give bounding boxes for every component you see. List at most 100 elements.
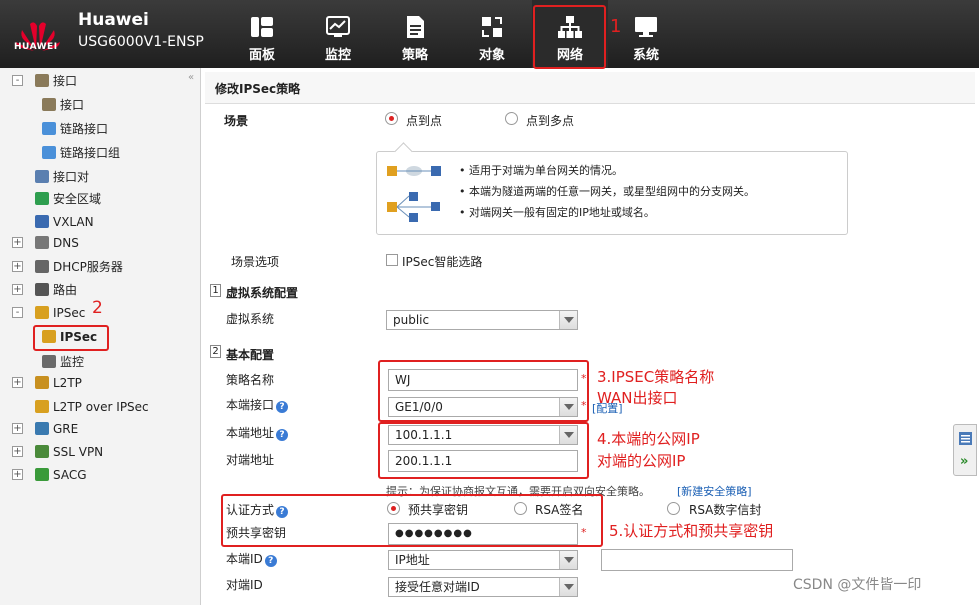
sidebar-item-label: 接口 <box>60 98 85 112</box>
sidebar-item-label: L2TP over IPSec <box>53 400 149 414</box>
watermark: CSDN @文件皆一印 <box>793 577 922 593</box>
sidebar-item-15[interactable]: L2TP over IPSec <box>35 397 149 417</box>
nav-policy[interactable]: 策略 <box>377 0 453 68</box>
section-2-title: 基本配置 <box>226 348 275 362</box>
scene-p2p-radio[interactable] <box>385 112 398 125</box>
local-if-label: 本端接口? <box>226 396 289 413</box>
sidebar-item-label: 接口 <box>53 74 78 88</box>
sidebar-item-14[interactable]: L2TP <box>35 373 82 393</box>
sidebar-item-label: VXLAN <box>53 215 94 229</box>
sidebar-item-16[interactable]: GRE <box>35 419 78 439</box>
expand-node-icon[interactable]: + <box>12 469 23 480</box>
sidebar-item-5[interactable]: 接口对 <box>35 167 89 187</box>
scene-p2mp-radio[interactable] <box>505 112 518 125</box>
help-icon[interactable]: ? <box>276 429 289 441</box>
info-line-2: • 本端为隧道两端的任意一网关，或星型组网中的分支网关。 <box>459 185 755 198</box>
scene-p2mp-label: 点到多点 <box>526 114 575 128</box>
expand-node-icon[interactable]: + <box>12 446 23 457</box>
smart-route-checkbox[interactable] <box>386 254 398 266</box>
peer-id-select[interactable]: 接受任意对端ID <box>388 577 578 597</box>
auth-rsa-env-label: RSA数字信封 <box>689 503 762 517</box>
expand-node-icon[interactable]: + <box>12 377 23 388</box>
sidebar-item-7[interactable]: VXLAN <box>35 212 94 232</box>
expand-node-icon[interactable]: + <box>12 284 23 295</box>
expand-node-icon[interactable]: + <box>12 237 23 248</box>
expand-node-icon[interactable]: + <box>12 261 23 272</box>
hub-spoke-diagram-icon <box>387 192 440 222</box>
sidebar-item-1[interactable]: 接口 <box>35 71 77 91</box>
logo-text: HUAWEI <box>14 42 58 52</box>
local-id-select[interactable]: IP地址 <box>388 550 578 570</box>
sidebar-item-3[interactable]: 链路接口 <box>42 119 108 139</box>
collapse-sidebar-icon[interactable]: « <box>188 72 194 83</box>
device-model: USG6000V1-ENSP <box>78 34 204 50</box>
policy-name-label: 策略名称 <box>226 373 275 387</box>
annotation-2: 2 <box>92 298 103 318</box>
vsys-select[interactable]: public <box>386 310 578 330</box>
object-icon <box>482 17 502 37</box>
sidebar-item-4[interactable]: 链路接口组 <box>42 143 120 163</box>
link-interface-icon <box>42 122 56 135</box>
sidebar-item-8[interactable]: DNS <box>35 233 79 253</box>
sidebar-item-label: 链路接口 <box>60 122 109 136</box>
smart-route-label: IPSec智能选路 <box>402 255 483 269</box>
gre-icon <box>35 422 49 435</box>
nav-monitor[interactable]: 监控 <box>300 0 376 68</box>
expand-icon: » <box>960 454 969 469</box>
nav-label: 策略 <box>401 48 428 63</box>
sidebar-item-label: 路由 <box>53 283 78 297</box>
interface-icon <box>35 74 49 87</box>
peer-addr-label: 对端地址 <box>226 453 275 467</box>
interface-icon <box>42 98 56 111</box>
sidebar-item-label: L2TP <box>53 376 82 390</box>
annotation-3: 3.IPSEC策略名称 <box>597 368 715 386</box>
system-icon <box>635 17 657 37</box>
collapse-node-icon[interactable]: - <box>12 307 23 318</box>
info-line-3: • 对端网关一般有固定的IP地址或域名。 <box>459 206 655 219</box>
tasks-icon <box>959 432 972 445</box>
collapse-node-icon[interactable]: - <box>12 75 23 86</box>
nav-object[interactable]: 对象 <box>454 0 530 68</box>
vxlan-icon <box>35 215 49 228</box>
scene-options-label: 场景选项 <box>231 255 280 269</box>
sidebar-item-13[interactable]: 监控 <box>42 352 84 372</box>
annotation-box-auth <box>221 494 603 547</box>
auth-rsa-env-radio[interactable] <box>667 502 680 515</box>
dashboard-icon <box>251 17 273 37</box>
new-policy-link[interactable]: [新建安全策略] <box>677 483 752 499</box>
chevron-down-icon <box>559 551 577 569</box>
nav-label: 系统 <box>632 48 659 63</box>
peer-id-label: 对端ID <box>226 578 263 592</box>
ipsec-lock-icon <box>35 306 49 319</box>
sidebar-item-6[interactable]: 安全区域 <box>35 189 101 209</box>
sidebar-item-17[interactable]: SSL VPN <box>35 442 103 462</box>
expand-node-icon[interactable]: + <box>12 423 23 434</box>
page-title-bar: 修改IPSec策略 <box>205 72 975 104</box>
sidebar-item-18[interactable]: SACG <box>35 465 87 485</box>
huawei-logo-icon <box>16 22 60 51</box>
scene-p2p-label: 点到点 <box>406 114 443 128</box>
sidebar-item-label: 监控 <box>60 355 85 369</box>
section-1-title: 虚拟系统配置 <box>226 286 299 300</box>
help-icon[interactable]: ? <box>264 555 277 567</box>
help-icon[interactable]: ? <box>276 401 289 413</box>
nav-dashboard[interactable]: 面板 <box>224 0 300 68</box>
annotation-box-ipsec <box>33 325 109 351</box>
annotation-4: 4.本端的公网IP <box>597 430 700 448</box>
sidebar-item-11[interactable]: IPSec <box>35 303 85 323</box>
annotation-4b: 对端的公网IP <box>597 452 686 470</box>
side-panel-tab[interactable]: » <box>953 424 977 476</box>
local-id-value: IP地址 <box>395 553 430 567</box>
local-id-extra-input[interactable] <box>601 549 793 571</box>
monitor-icon <box>42 355 56 368</box>
nav-label: 对象 <box>478 48 505 63</box>
sidebar-item-9[interactable]: DHCP服务器 <box>35 257 123 277</box>
route-icon <box>35 283 49 296</box>
sidebar-item-2[interactable]: 接口 <box>42 95 84 115</box>
sidebar-item-label: 安全区域 <box>53 192 102 206</box>
sidebar-item-10[interactable]: 路由 <box>35 280 77 300</box>
sacg-shield-icon <box>35 468 49 481</box>
monitor-icon <box>326 16 350 37</box>
scene-label: 场景 <box>224 114 249 128</box>
section-1-number: 1 <box>210 284 221 297</box>
